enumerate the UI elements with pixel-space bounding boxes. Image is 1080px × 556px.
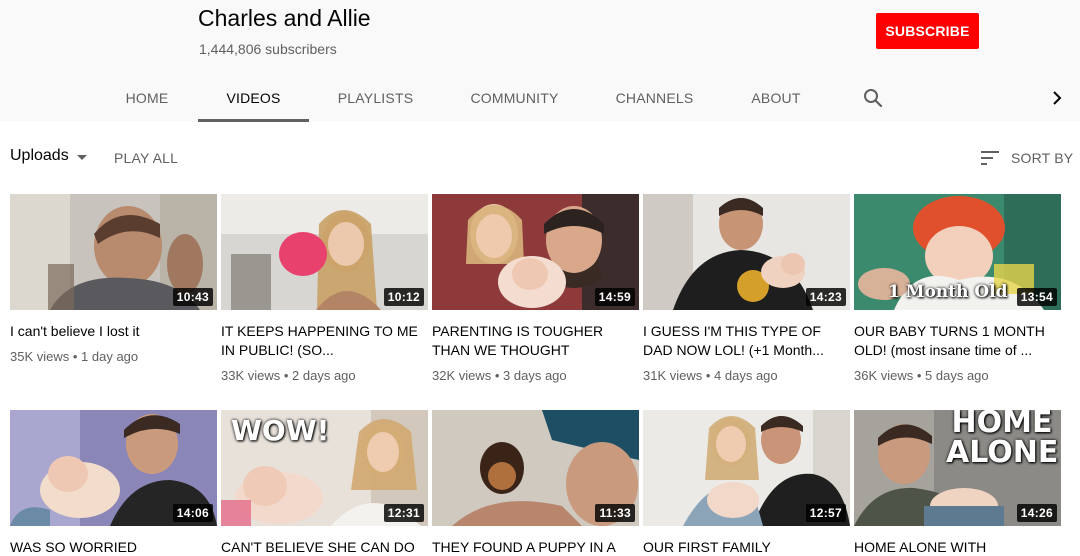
video-meta: 31K views • 4 days ago: [643, 368, 778, 383]
video-card[interactable]: 14:59 PARENTING IS TOUGHER THAN WE THOUG…: [432, 194, 639, 383]
uploads-dropdown[interactable]: Uploads: [10, 147, 87, 165]
thumbnail-overlay-text: HOME ALONE: [946, 410, 1059, 470]
video-duration: 13:54: [1016, 288, 1057, 306]
video-title[interactable]: IT KEEPS HAPPENING TO ME IN PUBLIC! (SO.…: [221, 322, 421, 360]
video-thumbnail[interactable]: 14:06: [10, 410, 217, 526]
video-duration: 14:06: [172, 504, 213, 522]
channel-name[interactable]: Charles and Allie: [198, 5, 371, 32]
video-duration: 12:57: [805, 504, 846, 522]
uploads-label: Uploads: [10, 147, 69, 164]
video-title[interactable]: HOME ALONE WITH: [854, 538, 1054, 556]
caret-down-icon: [76, 154, 87, 160]
sort-icon: [981, 151, 999, 165]
tab-home[interactable]: HOME: [118, 73, 176, 122]
video-title[interactable]: I can't believe I lost it: [10, 322, 210, 341]
video-card[interactable]: 11:33 THEY FOUND A PUPPY IN A: [432, 410, 639, 556]
subscribe-button[interactable]: SUBSCRIBE: [876, 13, 979, 49]
chevron-right-icon[interactable]: [1045, 86, 1069, 110]
tab-channels[interactable]: CHANNELS: [612, 73, 697, 122]
channel-tabs: HOME VIDEOS PLAYLISTS COMMUNITY CHANNELS…: [0, 73, 1080, 122]
sort-by-label: SORT BY: [1011, 150, 1074, 166]
video-meta: 33K views • 2 days ago: [221, 368, 356, 383]
video-thumbnail[interactable]: 11:33: [432, 410, 639, 526]
video-title[interactable]: OUR BABY TURNS 1 MONTH OLD! (most insane…: [854, 322, 1054, 360]
video-thumbnail[interactable]: 14:59: [432, 194, 639, 310]
video-title[interactable]: PARENTING IS TOUGHER THAN WE THOUGHT: [432, 322, 632, 360]
thumbnail-overlay-text: 1 Month Old: [888, 282, 1008, 302]
search-icon[interactable]: [861, 86, 885, 110]
video-card[interactable]: 12:57 OUR FIRST FAMILY: [643, 410, 850, 556]
video-card[interactable]: 10:12 IT KEEPS HAPPENING TO ME IN PUBLIC…: [221, 194, 428, 383]
video-duration: 10:12: [383, 288, 424, 306]
video-meta: 32K views • 3 days ago: [432, 368, 567, 383]
video-card[interactable]: HOME ALONE 14:26 HOME ALONE WITH: [854, 410, 1061, 556]
video-card[interactable]: 1 Month Old 13:54 OUR BABY TURNS 1 MONTH…: [854, 194, 1061, 383]
thumbnail-overlay-text: WOW!: [231, 414, 330, 447]
video-title[interactable]: CAN'T BELIEVE SHE CAN DO: [221, 538, 421, 556]
video-meta: 36K views • 5 days ago: [854, 368, 989, 383]
video-meta: 35K views • 1 day ago: [10, 349, 139, 364]
tab-playlists[interactable]: PLAYLISTS: [333, 73, 418, 122]
video-duration: 14:26: [1016, 504, 1057, 522]
video-duration: 14:23: [805, 288, 846, 306]
video-thumbnail[interactable]: 12:57: [643, 410, 850, 526]
tab-about[interactable]: ABOUT: [746, 73, 806, 122]
channel-header: Charles and Allie 1,444,806 subscribers …: [0, 0, 1080, 122]
video-thumbnail[interactable]: 10:43: [10, 194, 217, 310]
play-all-button[interactable]: PLAY ALL: [114, 150, 178, 166]
video-title[interactable]: I GUESS I'M THIS TYPE OF DAD NOW LOL! (+…: [643, 322, 843, 360]
video-duration: 12:31: [383, 504, 424, 522]
video-card[interactable]: WOW! 12:31 CAN'T BELIEVE SHE CAN DO: [221, 410, 428, 556]
tab-videos[interactable]: VIDEOS: [198, 73, 309, 122]
video-card[interactable]: 10:43 I can't believe I lost it 35K view…: [10, 194, 217, 364]
video-duration: 11:33: [595, 504, 635, 522]
video-thumbnail[interactable]: HOME ALONE 14:26: [854, 410, 1061, 526]
video-duration: 14:59: [594, 288, 635, 306]
video-title[interactable]: WAS SO WORRIED: [10, 538, 210, 556]
tab-community[interactable]: COMMUNITY: [466, 73, 563, 122]
video-title[interactable]: THEY FOUND A PUPPY IN A: [432, 538, 632, 556]
video-title[interactable]: OUR FIRST FAMILY: [643, 538, 843, 556]
video-thumbnail[interactable]: 14:23: [643, 194, 850, 310]
video-card[interactable]: 14:06 WAS SO WORRIED: [10, 410, 217, 556]
video-thumbnail[interactable]: 10:12: [221, 194, 428, 310]
video-toolbar: Uploads PLAY ALL SORT BY: [0, 140, 1080, 176]
video-thumbnail[interactable]: WOW! 12:31: [221, 410, 428, 526]
video-card[interactable]: 14:23 I GUESS I'M THIS TYPE OF DAD NOW L…: [643, 194, 850, 383]
subscriber-count: 1,444,806 subscribers: [199, 41, 337, 57]
video-thumbnail[interactable]: 1 Month Old 13:54: [854, 194, 1061, 310]
sort-by-button[interactable]: SORT BY: [981, 146, 1073, 170]
video-duration: 10:43: [172, 288, 213, 306]
